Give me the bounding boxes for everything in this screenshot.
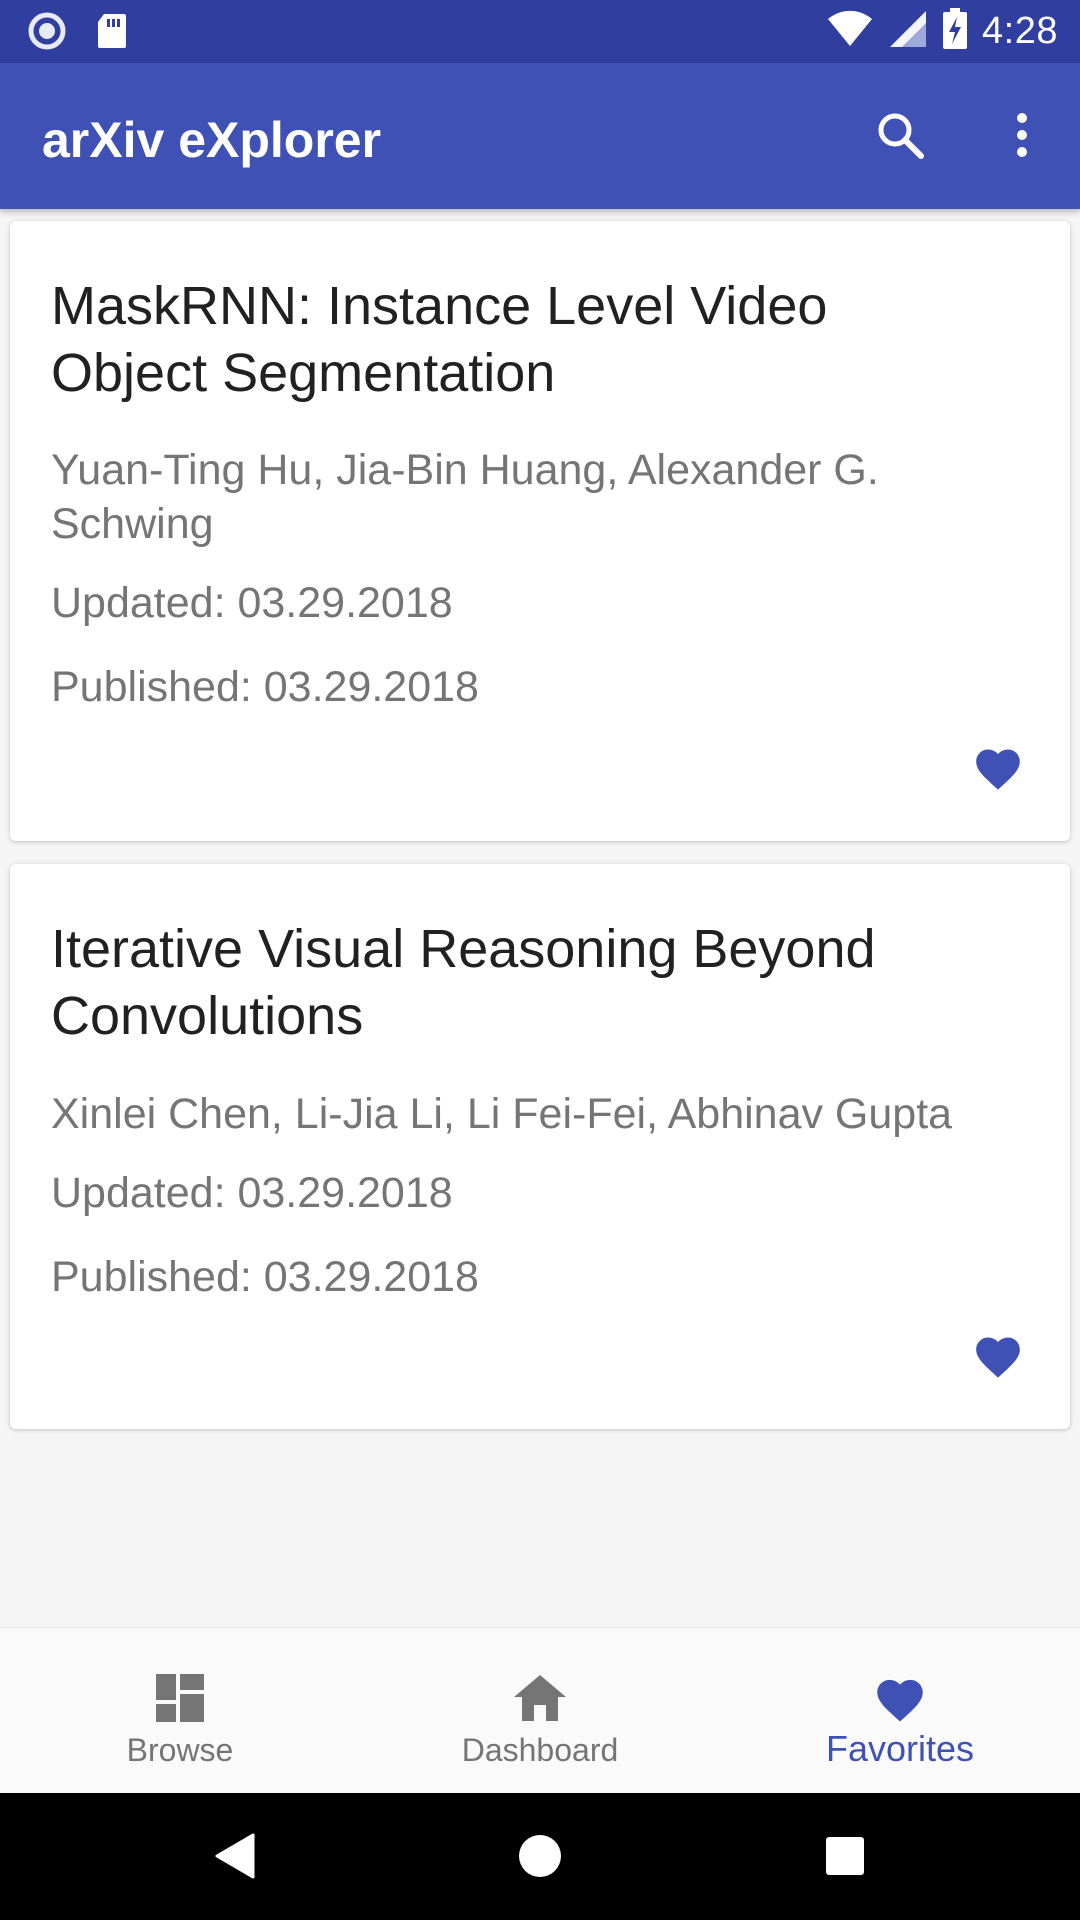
nav-item-dashboard[interactable]: Dashboard bbox=[360, 1628, 720, 1793]
favorite-button[interactable] bbox=[966, 1325, 1030, 1389]
more-options-button[interactable] bbox=[990, 105, 1054, 169]
cell-signal-icon bbox=[888, 9, 928, 54]
paper-card[interactable]: Iterative Visual Reasoning Beyond Convol… bbox=[10, 864, 1070, 1429]
sd-card-icon bbox=[96, 12, 128, 55]
favorites-list: MaskRNN: Instance Level Video Object Seg… bbox=[0, 209, 1080, 1627]
search-button[interactable] bbox=[868, 105, 932, 169]
paper-published-date: Published: 03.29.2018 bbox=[51, 663, 479, 711]
heart-icon bbox=[971, 743, 1025, 796]
back-icon bbox=[215, 1833, 255, 1884]
status-time: 4:28 bbox=[982, 10, 1058, 52]
home-icon bbox=[514, 1670, 566, 1726]
bottom-navigation: Browse Dashboard Favorites bbox=[0, 1627, 1080, 1793]
recents-icon bbox=[825, 1836, 865, 1881]
nav-label-browse: Browse bbox=[126, 1732, 234, 1768]
paper-title: Iterative Visual Reasoning Beyond Convol… bbox=[51, 919, 876, 1046]
paper-authors: Xinlei Chen, Li-Jia Li, Li Fei-Fei, Abhi… bbox=[51, 1090, 953, 1138]
dashboard-grid-icon bbox=[156, 1670, 204, 1726]
favorite-button[interactable] bbox=[966, 737, 1030, 801]
heart-icon bbox=[971, 1331, 1025, 1384]
app-bar: arXiv eXplorer bbox=[0, 63, 1080, 209]
paper-card[interactable]: MaskRNN: Instance Level Video Object Seg… bbox=[10, 221, 1070, 841]
system-navigation-bar bbox=[0, 1793, 1080, 1920]
battery-charging-icon bbox=[942, 8, 968, 55]
app-title: arXiv eXplorer bbox=[42, 112, 382, 168]
wifi-icon bbox=[826, 10, 874, 53]
system-recents-button[interactable] bbox=[810, 1823, 880, 1893]
system-back-button[interactable] bbox=[200, 1823, 270, 1893]
nav-label-dashboard: Dashboard bbox=[461, 1732, 619, 1768]
paper-updated-date: Updated: 03.29.2018 bbox=[51, 1169, 453, 1217]
home-circle-icon bbox=[518, 1834, 562, 1883]
nav-label-favorites: Favorites bbox=[825, 1728, 975, 1769]
status-bar: 4:28 bbox=[0, 0, 1080, 63]
paper-title: MaskRNN: Instance Level Video Object Seg… bbox=[51, 276, 828, 403]
nav-item-favorites[interactable]: Favorites bbox=[720, 1628, 1080, 1793]
heart-icon bbox=[872, 1670, 928, 1726]
paper-published-date: Published: 03.29.2018 bbox=[51, 1253, 479, 1301]
more-vert-icon bbox=[1016, 112, 1028, 163]
paper-updated-date: Updated: 03.29.2018 bbox=[51, 579, 453, 627]
system-home-button[interactable] bbox=[505, 1823, 575, 1893]
search-icon bbox=[875, 110, 925, 165]
nav-item-browse[interactable]: Browse bbox=[0, 1628, 360, 1793]
record-icon bbox=[28, 12, 66, 55]
paper-authors: Yuan-Ting Hu, Jia-Bin Huang, Alexander G… bbox=[51, 446, 879, 548]
